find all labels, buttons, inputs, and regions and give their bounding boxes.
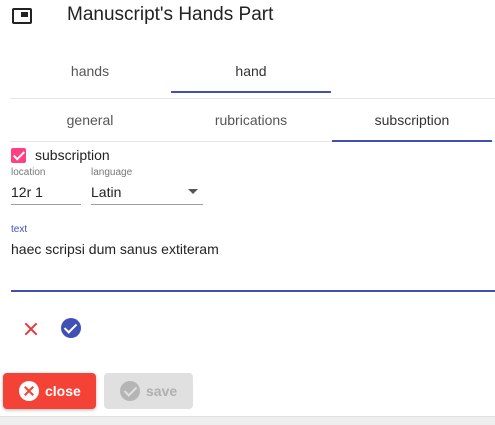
close-button-label: close bbox=[45, 383, 81, 399]
tab-rubrications[interactable]: rubrications bbox=[171, 99, 331, 141]
horizontal-scrollbar[interactable] bbox=[0, 416, 495, 425]
active-tab-indicator bbox=[332, 140, 492, 142]
subscription-checkbox-row[interactable]: subscription bbox=[11, 146, 110, 164]
picture-in-picture-icon bbox=[12, 8, 32, 24]
tab-hands[interactable]: hands bbox=[10, 50, 170, 92]
tab-subscription-label: subscription bbox=[374, 112, 450, 128]
text-textarea[interactable]: haec scripsi dum sanus extiteram bbox=[11, 241, 219, 257]
location-input[interactable]: 12r 1 bbox=[11, 184, 43, 200]
tab-general-label: general bbox=[66, 112, 114, 128]
location-label: location bbox=[11, 167, 46, 178]
text-label: text bbox=[11, 224, 28, 235]
header: Manuscript's Hands Part bbox=[0, 0, 495, 34]
outer-tab-bar: hands hand bbox=[10, 50, 331, 93]
page-title: Manuscript's Hands Part bbox=[67, 4, 274, 25]
cancel-circle-icon bbox=[19, 381, 39, 401]
checkbox-checked-icon[interactable] bbox=[11, 147, 26, 163]
text-underline bbox=[11, 290, 495, 292]
subscription-checkbox-label: subscription bbox=[35, 147, 110, 163]
tab-subscription[interactable]: subscription bbox=[332, 99, 492, 142]
language-select[interactable]: Latin bbox=[91, 184, 121, 200]
active-tab-indicator bbox=[171, 91, 331, 93]
close-icon[interactable] bbox=[21, 319, 41, 339]
check-circle-icon bbox=[120, 381, 140, 401]
tab-hands-label: hands bbox=[70, 63, 110, 79]
dropdown-arrow-icon[interactable] bbox=[188, 189, 198, 194]
save-button[interactable]: save bbox=[104, 373, 193, 409]
language-label: language bbox=[91, 167, 133, 178]
language-underline bbox=[91, 204, 203, 205]
check-circle-icon[interactable] bbox=[61, 318, 81, 338]
save-button-label: save bbox=[146, 383, 178, 399]
close-button[interactable]: close bbox=[3, 373, 96, 409]
tab-hand-label: hand bbox=[235, 63, 267, 79]
location-underline bbox=[11, 204, 81, 205]
tab-rubrications-label: rubrications bbox=[214, 112, 288, 128]
tab-hand[interactable]: hand bbox=[171, 50, 331, 93]
inner-tab-bar: general rubrications subscription bbox=[10, 98, 495, 142]
page: Manuscript's Hands Part hands hand gener… bbox=[0, 0, 495, 425]
tab-general[interactable]: general bbox=[10, 99, 170, 141]
